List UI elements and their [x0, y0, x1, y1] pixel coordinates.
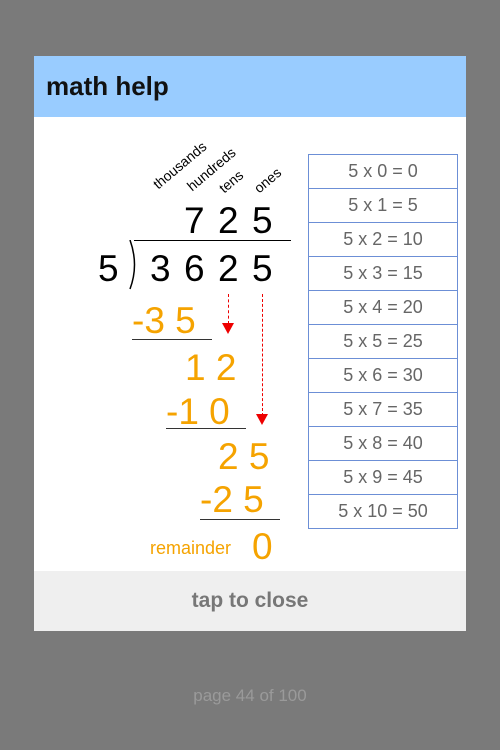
divisor: 5	[98, 248, 119, 289]
times-table-row: 5 x 9 = 45	[309, 461, 457, 495]
quotient-digit: 7	[184, 200, 205, 241]
times-table: 5 x 0 = 0 5 x 1 = 5 5 x 2 = 10 5 x 3 = 1…	[308, 154, 458, 529]
times-table-row: 5 x 3 = 15	[309, 257, 457, 291]
step-subtract-35: -3 5	[132, 300, 196, 341]
times-table-row: 5 x 5 = 25	[309, 325, 457, 359]
bring-down-arrow-head	[256, 414, 268, 425]
remainder-label: remainder	[150, 538, 232, 558]
step-underline	[200, 519, 280, 520]
quotient-digit: 5	[252, 200, 273, 241]
bring-down-arrow-line	[262, 294, 263, 416]
times-table-row: 5 x 2 = 10	[309, 223, 457, 257]
dialog-title: math help	[46, 71, 169, 101]
times-table-row: 5 x 6 = 30	[309, 359, 457, 393]
dividend-digit: 6	[184, 248, 205, 289]
step-value-25: 2 5	[218, 436, 270, 477]
times-table-row: 5 x 10 = 50	[309, 495, 457, 529]
dividend-digit: 2	[218, 248, 239, 289]
tap-to-close-button[interactable]: tap to close	[34, 571, 466, 631]
times-table-row: 5 x 8 = 40	[309, 427, 457, 461]
step-subtract-10: -1 0	[166, 391, 230, 432]
division-bar	[134, 240, 291, 241]
dividend-digit: 5	[252, 248, 273, 289]
step-underline	[132, 339, 212, 340]
page-indicator: page 44 of 100	[193, 686, 307, 705]
division-bracket	[129, 240, 136, 290]
math-help-dialog: math help thousands hundreds tens ones 7…	[34, 56, 466, 631]
dialog-header: math help	[34, 56, 466, 117]
times-table-row: 5 x 4 = 20	[309, 291, 457, 325]
times-table-row: 5 x 7 = 35	[309, 393, 457, 427]
dividend-digit: 3	[150, 248, 171, 289]
times-table-row: 5 x 0 = 0	[309, 155, 457, 189]
quotient-digit: 2	[218, 200, 239, 241]
step-underline	[166, 428, 246, 429]
bring-down-arrow-head	[222, 323, 234, 334]
step-subtract-25: -2 5	[200, 479, 264, 520]
times-table-row: 5 x 1 = 5	[309, 189, 457, 223]
remainder-value: 0	[252, 526, 273, 567]
label-ones: ones	[250, 164, 285, 196]
step-value-12: 1 2	[185, 347, 237, 388]
bring-down-arrow-line	[228, 294, 229, 324]
